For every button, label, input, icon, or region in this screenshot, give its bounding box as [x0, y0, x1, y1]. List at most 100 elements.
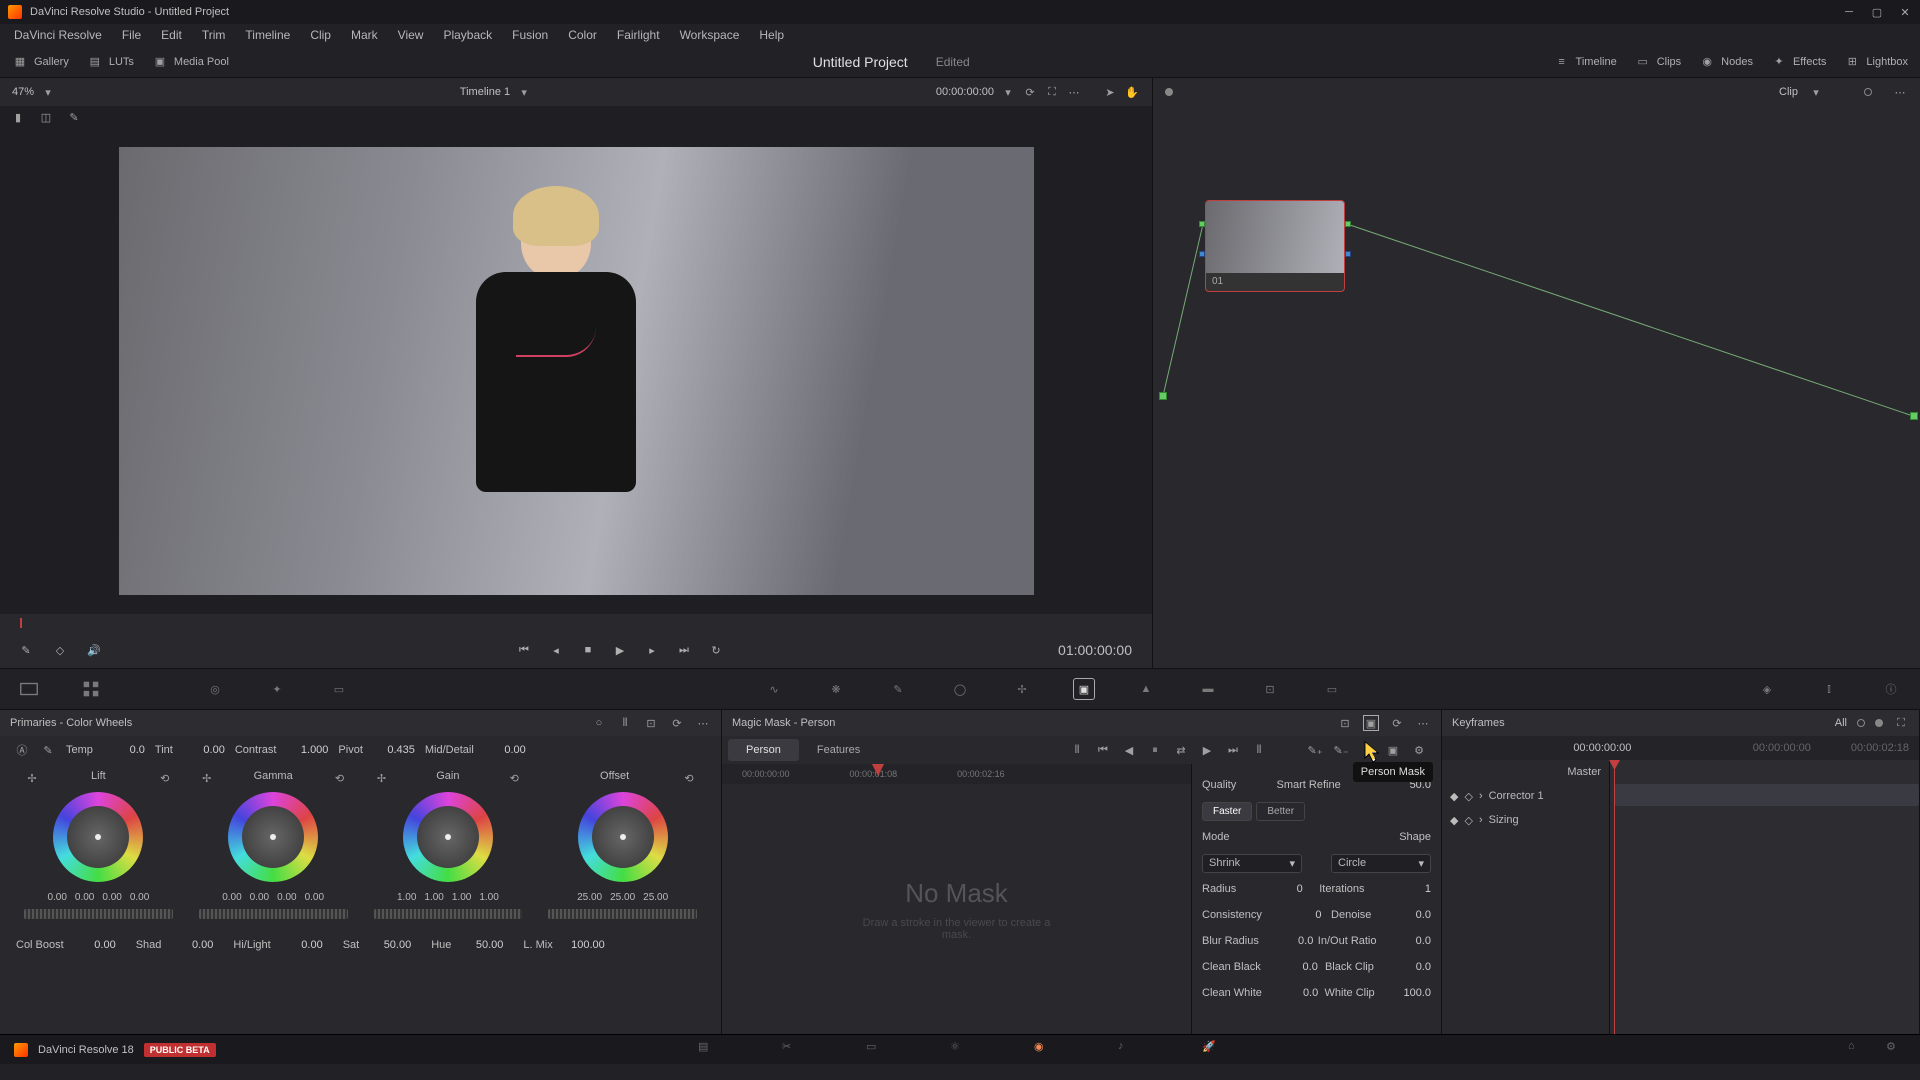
mm-timeline[interactable]: 00:00:00:00 00:00:01:08 00:00:02:16 No M… [722, 764, 1191, 1034]
scrub-bar[interactable] [0, 614, 1152, 632]
minimize-button[interactable]: ─ [1842, 5, 1856, 19]
radius-input[interactable]: 0 [1253, 883, 1303, 895]
log-mode-icon[interactable]: ⊡ [643, 715, 659, 731]
middetail-input[interactable] [480, 744, 526, 756]
gamma-wheel[interactable] [228, 792, 318, 882]
wheels-mode-icon[interactable]: ○ [591, 715, 607, 731]
window-icon[interactable]: ◯ [949, 678, 971, 700]
whiteclip-input[interactable]: 100.0 [1381, 987, 1431, 999]
menu-file[interactable]: File [122, 28, 141, 42]
hilight-input[interactable] [277, 939, 323, 951]
clip-mode-label[interactable]: Clip [1779, 86, 1798, 98]
mm-pause-icon[interactable]: ⏸ [1147, 742, 1163, 758]
mm-next-icon[interactable]: ⏭ [1225, 742, 1241, 758]
kf-timecode[interactable]: 00:00:00:00 [1573, 742, 1631, 754]
gamma-yrgb-icon[interactable]: ✢ [199, 770, 215, 786]
unmix-icon[interactable]: ◇ [50, 640, 70, 660]
zoom-dropdown-icon[interactable]: ▾ [40, 84, 56, 100]
kf-master-track[interactable] [1615, 784, 1919, 806]
menu-fusion[interactable]: Fusion [512, 28, 548, 42]
mm-stroke-add-icon[interactable]: ✎₊ [1307, 742, 1323, 758]
page-edit-icon[interactable]: ▭ [866, 1040, 886, 1060]
magic-mask-icon[interactable]: ▣ [1073, 678, 1095, 700]
kf-corrector-label[interactable]: Corrector 1 [1489, 790, 1544, 802]
viewer-timecode[interactable]: 00:00:00:00 [936, 86, 994, 98]
menu-clip[interactable]: Clip [310, 28, 331, 42]
tab-person[interactable]: Person [728, 739, 799, 761]
offset-wheel[interactable] [578, 792, 668, 882]
lift-reset-icon[interactable]: ⟲ [157, 770, 173, 786]
key-icon[interactable]: ▬ [1197, 678, 1219, 700]
hue-input[interactable] [457, 939, 503, 951]
auto-balance-icon[interactable]: Ⓐ [14, 742, 30, 758]
kf-master-label[interactable]: Master [1567, 766, 1601, 778]
gallery-button[interactable]: ▦Gallery [12, 54, 69, 70]
kf-diamond-icon[interactable]: ◆ [1450, 790, 1458, 803]
lift-jog[interactable] [24, 909, 173, 919]
gamma-reset-icon[interactable]: ⟲ [332, 770, 348, 786]
menu-workspace[interactable]: Workspace [680, 28, 740, 42]
node-01[interactable]: 01 [1205, 200, 1345, 292]
node-in-key[interactable] [1199, 251, 1205, 257]
expand-icon[interactable]: ⛶ [1044, 84, 1060, 100]
shad-input[interactable] [167, 939, 213, 951]
reset-icon[interactable]: ⟳ [669, 715, 685, 731]
mode-select[interactable]: Shrink▾ [1202, 854, 1302, 873]
gain-reset-icon[interactable]: ⟲ [506, 770, 522, 786]
page-fusion-icon[interactable]: ⚛ [950, 1040, 970, 1060]
hand-icon[interactable]: ✋ [1124, 84, 1140, 100]
quality-faster[interactable]: Faster [1202, 802, 1252, 821]
menu-timeline[interactable]: Timeline [245, 28, 290, 42]
menu-color[interactable]: Color [568, 28, 597, 42]
mm-settings-icon[interactable]: ⚙ [1411, 742, 1427, 758]
page-fairlight-icon[interactable]: ♪ [1118, 1040, 1138, 1060]
luts-button[interactable]: ▤LUTs [87, 54, 134, 70]
qualifier-picker-icon[interactable]: ✎ [16, 640, 36, 660]
gain-yrgb-icon[interactable]: ✢ [374, 770, 390, 786]
mm-last-icon[interactable]: ⦀ [1251, 742, 1267, 758]
cleanwhite-input[interactable]: 0.0 [1268, 987, 1318, 999]
mediapool-button[interactable]: ▣Media Pool [152, 54, 229, 70]
page-color-icon[interactable]: ◉ [1034, 1040, 1054, 1060]
blur-icon[interactable]: ▲ [1135, 678, 1157, 700]
home-icon[interactable]: ⌂ [1848, 1040, 1868, 1060]
scopes-icon[interactable]: ⫾ [1818, 678, 1840, 700]
mm-more-icon[interactable]: ⋯ [1415, 715, 1431, 731]
keyframes-expand-icon[interactable]: ⛶ [1893, 715, 1909, 731]
mm-both-icon[interactable]: ⇄ [1173, 742, 1189, 758]
menu-playback[interactable]: Playback [443, 28, 492, 42]
picker-icon[interactable]: ✎ [40, 742, 56, 758]
last-frame-button[interactable]: ⏭ [674, 640, 694, 660]
mm-revplay-icon[interactable]: ◀ [1121, 742, 1137, 758]
consistency-input[interactable]: 0 [1271, 909, 1321, 921]
step-fwd-button[interactable]: ▸ [642, 640, 662, 660]
highlight-icon[interactable]: ✎ [66, 109, 82, 125]
mm-prev-icon[interactable]: ⏮ [1095, 742, 1111, 758]
sat-input[interactable] [365, 939, 411, 951]
loop-button[interactable]: ↻ [706, 640, 726, 660]
keyframes-all[interactable]: All [1835, 717, 1847, 729]
menu-help[interactable]: Help [759, 28, 784, 42]
hdr-wheels-icon[interactable]: ◎ [204, 678, 226, 700]
rgb-mixer-icon[interactable]: ✦ [266, 678, 288, 700]
curves-icon[interactable]: ∿ [763, 678, 785, 700]
mm-reset-icon[interactable]: ⟳ [1389, 715, 1405, 731]
node-in-rgb[interactable] [1199, 221, 1205, 227]
kf-diamond2-icon[interactable]: ◆ [1450, 814, 1458, 827]
timeline-dropdown-icon[interactable]: ▾ [516, 84, 532, 100]
graph-output-port[interactable] [1910, 412, 1918, 420]
clips-toggle[interactable]: ▭Clips [1635, 54, 1681, 70]
offset-reset-icon[interactable]: ⟲ [681, 770, 697, 786]
timeline-toggle[interactable]: ≡Timeline [1554, 54, 1617, 70]
transport-timecode[interactable]: 01:00:00:00 [1058, 642, 1132, 658]
menu-view[interactable]: View [398, 28, 424, 42]
kf-lock2-icon[interactable]: ◇ [1464, 814, 1472, 827]
maximize-button[interactable]: ▢ [1870, 5, 1884, 19]
kf-timeline[interactable] [1610, 760, 1919, 1034]
mm-overlay-icon[interactable]: ▣ [1363, 715, 1379, 731]
node-out-rgb[interactable] [1345, 221, 1351, 227]
lightbox-toggle[interactable]: ⊞Lightbox [1844, 54, 1908, 70]
motion-effects-icon[interactable]: ▭ [328, 678, 350, 700]
primaries-more-icon[interactable]: ⋯ [695, 715, 711, 731]
zoom-value[interactable]: 47% [12, 86, 34, 98]
